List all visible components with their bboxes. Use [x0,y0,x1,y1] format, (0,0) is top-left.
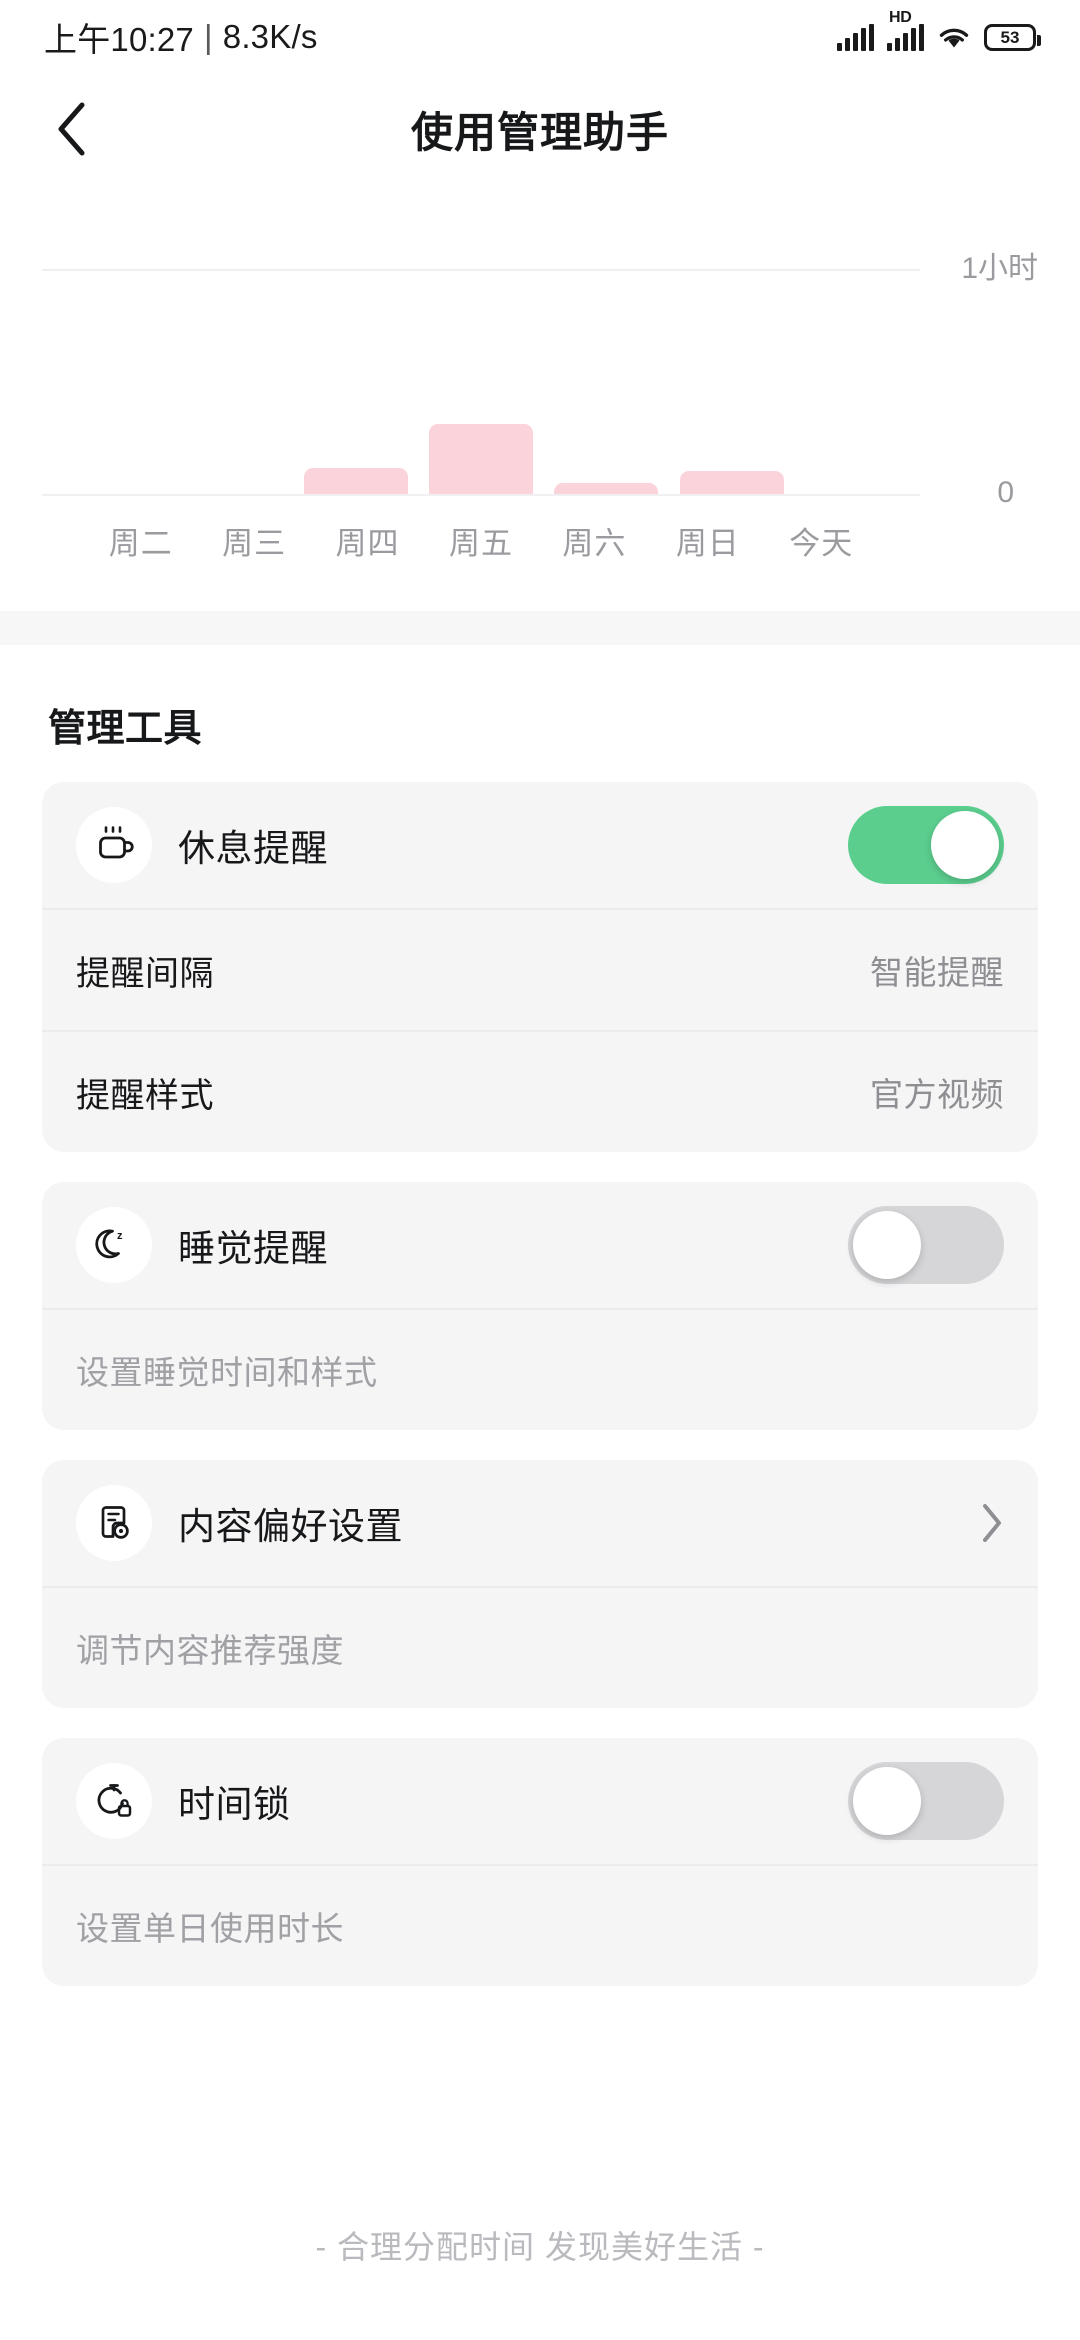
row-note: 设置单日使用时长 [76,1910,344,1947]
chart-bar [303,468,408,494]
row-value: 官方视频 [870,1076,1004,1113]
moon-sleep-icon: z [76,1207,152,1283]
row-time-lock[interactable]: 时间锁 [42,1738,1038,1864]
card-time-lock: 时间锁 设置单日使用时长 [42,1738,1038,1986]
battery-icon: 53 [984,23,1041,51]
chart-axis-spacer [878,518,996,563]
row-sleep-reminder[interactable]: z 睡觉提醒 [42,1182,1038,1308]
section-divider [0,611,1080,645]
chart-bar-col [293,239,418,494]
status-separator: | [203,18,213,55]
status-time: 上午10:27 [44,21,194,58]
signal-bars-hd-icon: HD [887,9,924,51]
chart-ytick-base: 0 [997,476,1014,509]
card-break-reminder: 休息提醒 提醒间隔 智能提醒 提醒样式 官方视频 [42,782,1038,1152]
chart-bar-col [669,239,794,494]
row-label: 提醒间隔 [76,954,214,993]
status-bar-left: 上午10:27 | 8.3K/s [44,13,318,61]
toggle-knob [853,1767,921,1835]
usage-bar-chart: 1小时 0 [42,236,1038,508]
chart-day-label[interactable]: 周四 [311,518,424,563]
row-label: 提醒样式 [76,1076,214,1115]
stopwatch-lock-icon [76,1763,152,1839]
row-note: 设置睡觉时间和样式 [76,1354,378,1391]
chart-bar [554,483,659,494]
footer-slogan: - 合理分配时间 发现美好生活 - [315,2229,765,2265]
card-content-preference: 内容偏好设置 调节内容推荐强度 [42,1460,1038,1708]
status-network-speed: 8.3K/s [222,18,318,55]
battery-level: 53 [1000,27,1020,47]
row-content-preference[interactable]: 内容偏好设置 [42,1460,1038,1586]
chart-bar-col [42,239,167,494]
chart-bar [679,471,784,494]
chart-ytick-top: 1小时 [961,252,1038,285]
chart-bars [42,239,920,494]
back-button[interactable] [36,94,106,164]
chart-day-label[interactable]: 周六 [538,518,651,563]
hd-label: HD [889,8,912,26]
toggle-time-lock[interactable] [848,1762,1004,1840]
management-tools-section: 管理工具 休息提醒 提醒间隔 智能提醒 提醒样式 官方视频 z 睡觉提醒 设置睡… [0,645,1080,1986]
document-settings-icon [76,1485,152,1561]
chart-day-label[interactable]: 周五 [424,518,537,563]
chart-bar-col [167,239,292,494]
row-label: 内容偏好设置 [178,1506,403,1547]
chart-day-label[interactable]: 今天 [765,518,878,563]
toggle-sleep-reminder[interactable] [848,1206,1004,1284]
chart-bar [428,424,533,494]
toggle-break-reminder[interactable] [848,806,1004,884]
chart-bar-col [418,239,543,494]
row-content-preference-note[interactable]: 调节内容推荐强度 [42,1588,1038,1708]
wifi-icon [937,24,971,51]
status-bar-right: HD 53 [837,9,1041,51]
row-note: 调节内容推荐强度 [76,1632,344,1669]
row-sleep-note[interactable]: 设置睡觉时间和样式 [42,1310,1038,1430]
row-break-reminder[interactable]: 休息提醒 [42,782,1038,908]
chart-gridline-base [42,494,920,496]
chart-bar-col [544,239,669,494]
row-label: 睡觉提醒 [178,1228,328,1269]
usage-chart-section: 1小时 0 周二 周三 周四 周五 周六 周日 今天 [0,184,1080,563]
svg-text:z: z [117,1230,123,1242]
chart-day-label[interactable]: 周三 [197,518,310,563]
chevron-right-icon[interactable] [980,1502,1004,1544]
page-title: 使用管理助手 [410,108,669,156]
navigation-bar: 使用管理助手 [0,74,1080,184]
row-time-lock-note[interactable]: 设置单日使用时长 [42,1866,1038,1986]
chart-day-label[interactable]: 周日 [651,518,764,563]
chart-day-labels: 周二 周三 周四 周五 周六 周日 今天 [42,518,1038,563]
chart-day-label[interactable]: 周二 [84,518,197,563]
row-value: 智能提醒 [870,954,1004,991]
chevron-left-icon [54,101,88,157]
toggle-knob [853,1211,921,1279]
chart-bar-col [795,239,920,494]
coffee-cup-icon [76,807,152,883]
section-title: 管理工具 [48,708,203,750]
row-label: 时间锁 [178,1784,291,1825]
status-bar: 上午10:27 | 8.3K/s HD 53 [0,0,1080,74]
row-reminder-style[interactable]: 提醒样式 官方视频 [42,1032,1038,1152]
card-sleep-reminder: z 睡觉提醒 设置睡觉时间和样式 [42,1182,1038,1430]
row-label: 休息提醒 [178,828,328,869]
toggle-knob [931,811,999,879]
signal-bars-icon [837,23,874,51]
row-reminder-interval[interactable]: 提醒间隔 智能提醒 [42,910,1038,1030]
